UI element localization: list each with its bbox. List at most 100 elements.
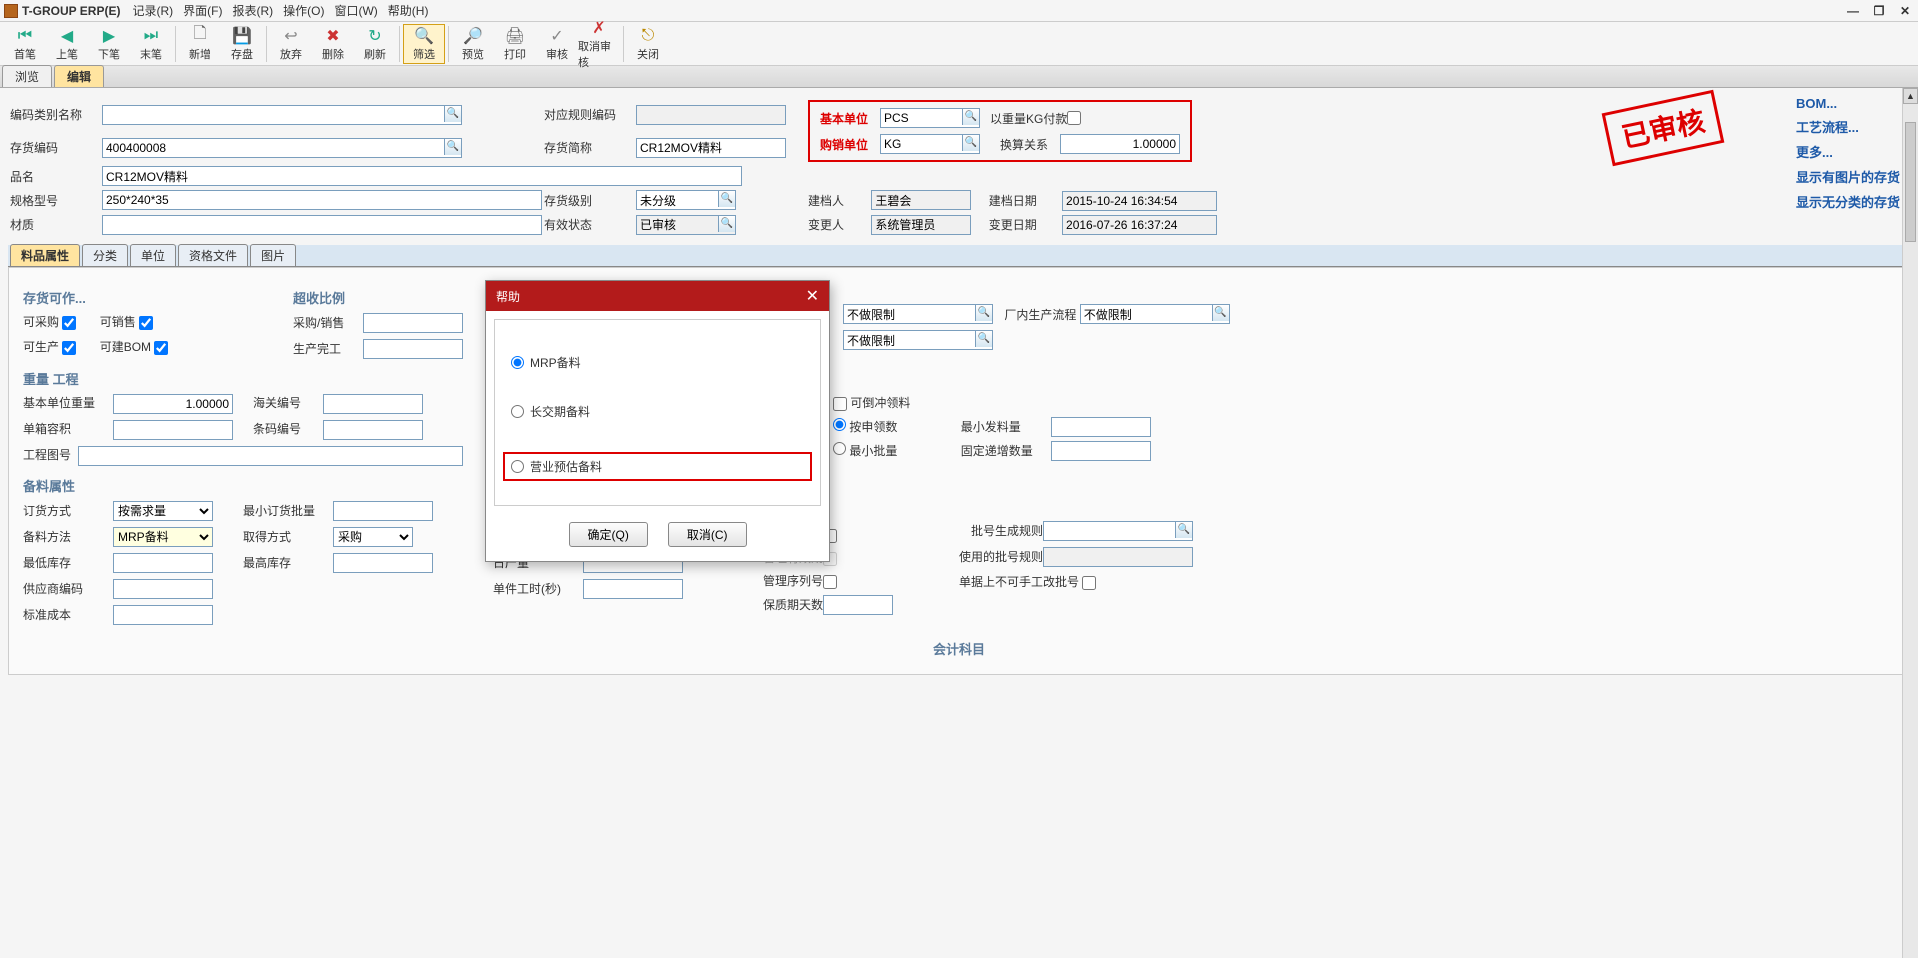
toolbar-关闭[interactable]: ⎋关闭 xyxy=(627,24,669,64)
checkbox-weight-pay[interactable] xyxy=(1067,111,1081,125)
dialog-cancel-button[interactable]: 取消(C) xyxy=(668,522,747,547)
toolbar-末笔[interactable]: ⏭末笔 xyxy=(130,24,172,64)
label-ratio: 换算关系 xyxy=(1000,136,1060,153)
input-shelf-days[interactable] xyxy=(823,595,893,615)
input-material[interactable] xyxy=(102,215,542,235)
input-stock-code[interactable] xyxy=(102,138,462,158)
checkbox-reverse[interactable] xyxy=(833,397,847,411)
input-stock-short[interactable] xyxy=(636,138,786,158)
lookup-icon[interactable]: 🔍 xyxy=(978,333,990,344)
上笔-icon: ◀ xyxy=(57,27,77,45)
toolbar-label: 审核 xyxy=(546,46,568,62)
toolbar-审核[interactable]: ✓审核 xyxy=(536,24,578,64)
radio-min-batch[interactable] xyxy=(833,442,846,455)
menu-window[interactable]: 窗口(W) xyxy=(334,2,377,19)
toolbar-取消审核[interactable]: ✗取消审核 xyxy=(578,24,620,64)
scroll-up-arrow[interactable]: ▲ xyxy=(1903,88,1918,104)
radio-sales-forecast[interactable] xyxy=(511,460,524,473)
checkbox-sellable[interactable] xyxy=(139,316,153,330)
input-limit1[interactable] xyxy=(843,304,993,324)
lookup-icon[interactable]: 🔍 xyxy=(965,111,977,122)
subtab-category[interactable]: 分类 xyxy=(82,244,128,266)
checkbox-bomable[interactable] xyxy=(154,341,168,355)
input-min-issue[interactable] xyxy=(1051,417,1151,437)
radio-mrp[interactable] xyxy=(511,356,524,369)
subtab-qualdocs[interactable]: 资格文件 xyxy=(178,244,248,266)
toolbar-放弃[interactable]: ↩放弃 xyxy=(270,24,312,64)
select-acquire[interactable]: 采购 xyxy=(333,527,413,547)
input-fixed-inc[interactable] xyxy=(1051,441,1151,461)
vertical-scrollbar[interactable]: ▲ xyxy=(1902,88,1918,958)
menu-operate[interactable]: 操作(O) xyxy=(283,2,324,19)
input-customs[interactable] xyxy=(323,394,423,414)
lookup-icon[interactable]: 🔍 xyxy=(447,108,459,119)
input-box[interactable] xyxy=(113,420,233,440)
lookup-icon[interactable]: 🔍 xyxy=(1178,524,1190,535)
toolbar-预览[interactable]: 🔎预览 xyxy=(452,24,494,64)
lookup-icon[interactable]: 🔍 xyxy=(447,141,459,152)
radio-longlead[interactable] xyxy=(511,405,524,418)
group-accounting: 会计科目 xyxy=(23,639,1895,658)
maximize-button[interactable]: ❐ xyxy=(1870,4,1888,18)
checkbox-no-manual[interactable] xyxy=(1082,576,1096,590)
input-std-cost[interactable] xyxy=(113,605,213,625)
lookup-icon[interactable]: 🔍 xyxy=(721,193,733,204)
tab-browse[interactable]: 浏览 xyxy=(2,65,52,87)
checkbox-producible[interactable] xyxy=(62,341,76,355)
toolbar-上笔[interactable]: ◀上笔 xyxy=(46,24,88,64)
input-barcode[interactable] xyxy=(323,420,423,440)
lookup-icon[interactable]: 🔍 xyxy=(965,137,977,148)
toolbar-删除[interactable]: ✖删除 xyxy=(312,24,354,64)
radio-by-apply[interactable] xyxy=(833,418,846,431)
link-bom[interactable]: BOM... xyxy=(1796,96,1900,111)
select-order-method[interactable]: 按需求量 xyxy=(113,501,213,521)
input-min-stock[interactable] xyxy=(113,553,213,573)
input-prod-comp[interactable] xyxy=(363,339,463,359)
input-spec[interactable] xyxy=(102,190,542,210)
menu-record[interactable]: 记录(R) xyxy=(132,2,173,19)
dialog-close-button[interactable]: ✕ xyxy=(806,286,819,306)
link-more[interactable]: 更多... xyxy=(1796,142,1900,161)
checkbox-purchasable[interactable] xyxy=(62,316,76,330)
lookup-icon[interactable]: 🔍 xyxy=(1214,307,1226,318)
input-code-class[interactable] xyxy=(102,105,462,125)
input-flow[interactable] xyxy=(1080,304,1230,324)
select-prep-method[interactable]: MRP备料 xyxy=(113,527,213,547)
toolbar-首笔[interactable]: ⏮首笔 xyxy=(4,24,46,64)
toolbar-刷新[interactable]: ↻刷新 xyxy=(354,24,396,64)
link-no-category[interactable]: 显示无分类的存货 xyxy=(1796,192,1900,211)
menu-report[interactable]: 报表(R) xyxy=(232,2,273,19)
input-unit-time[interactable] xyxy=(583,579,683,599)
menu-ui[interactable]: 界面(F) xyxy=(183,2,222,19)
toolbar-打印[interactable]: 🖨打印 xyxy=(494,24,536,64)
subtab-attributes[interactable]: 料品属性 xyxy=(10,244,80,266)
dialog-ok-button[interactable]: 确定(Q) xyxy=(569,522,648,547)
input-name[interactable] xyxy=(102,166,742,186)
subtab-image[interactable]: 图片 xyxy=(250,244,296,266)
menu-help[interactable]: 帮助(H) xyxy=(388,2,429,19)
toolbar-label: 末笔 xyxy=(140,46,162,62)
subtab-unit[interactable]: 单位 xyxy=(130,244,176,266)
input-limit2[interactable] xyxy=(843,330,993,350)
lookup-icon[interactable]: 🔍 xyxy=(978,307,990,318)
minimize-button[interactable]: — xyxy=(1844,4,1862,18)
toolbar-下笔[interactable]: ▶下笔 xyxy=(88,24,130,64)
toolbar-存盘[interactable]: 💾存盘 xyxy=(221,24,263,64)
tab-edit[interactable]: 编辑 xyxy=(54,65,104,87)
close-window-button[interactable]: ✕ xyxy=(1896,4,1914,18)
input-batch-rule[interactable] xyxy=(1043,521,1193,541)
input-eng[interactable] xyxy=(78,446,463,466)
input-purch-sale[interactable] xyxy=(363,313,463,333)
input-ratio[interactable] xyxy=(1060,134,1180,154)
input-max-stock[interactable] xyxy=(333,553,433,573)
link-process[interactable]: 工艺流程... xyxy=(1796,117,1900,136)
toolbar-筛选[interactable]: 🔍筛选 xyxy=(403,24,445,64)
input-min-order[interactable] xyxy=(333,501,433,521)
scroll-thumb[interactable] xyxy=(1905,122,1916,242)
lookup-icon[interactable]: 🔍 xyxy=(721,218,733,229)
toolbar-新增[interactable]: 🗋新增 xyxy=(179,24,221,64)
input-supplier[interactable] xyxy=(113,579,213,599)
checkbox-mgmt-serial[interactable] xyxy=(823,575,837,589)
link-with-image[interactable]: 显示有图片的存货 xyxy=(1796,167,1900,186)
input-base-weight[interactable] xyxy=(113,394,233,414)
